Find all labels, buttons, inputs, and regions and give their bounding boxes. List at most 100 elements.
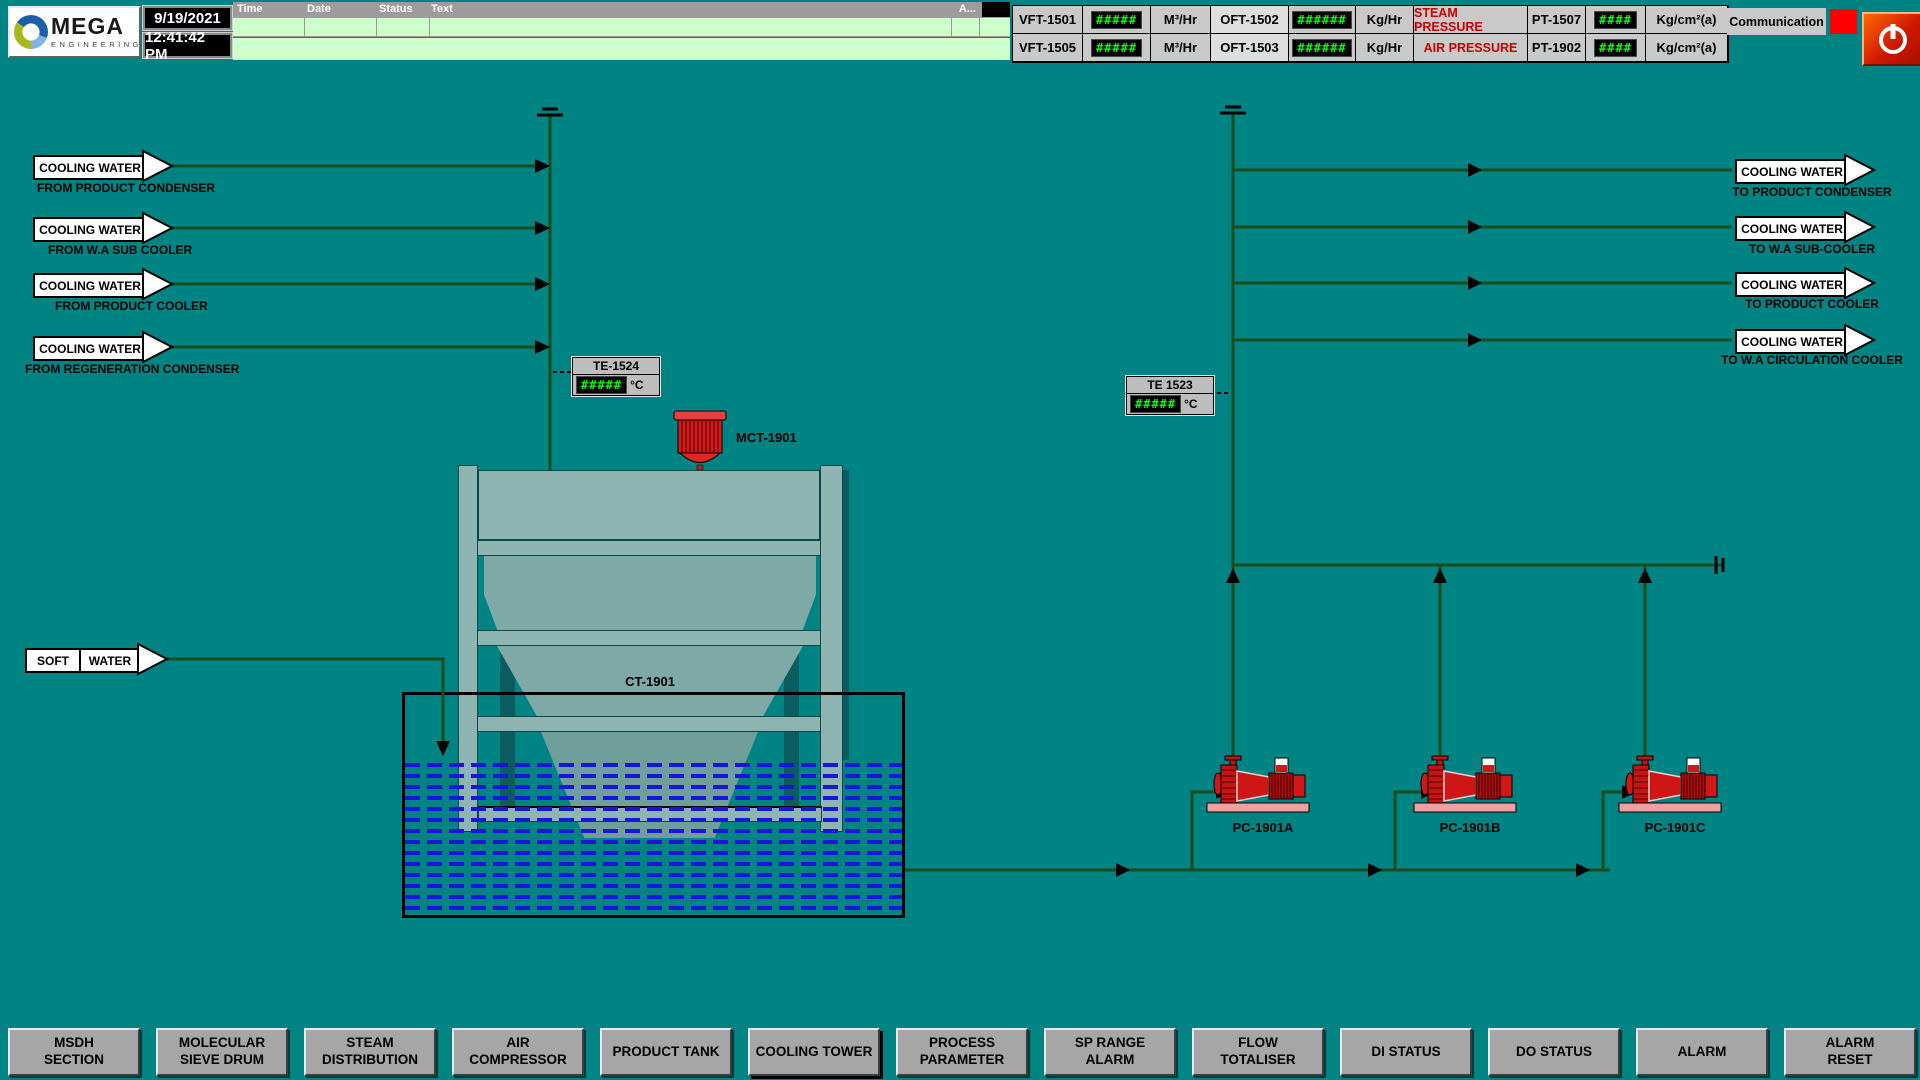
soft-water-flag: SOFT WATER bbox=[25, 648, 141, 673]
date-display: 9/19/2021 bbox=[143, 6, 232, 30]
pump-b-tag: PC-1901B bbox=[1412, 820, 1528, 835]
flow-unit-3: M³/Hr bbox=[1151, 34, 1211, 62]
alarm-col-date: Date bbox=[307, 3, 331, 15]
nav-alarm-reset[interactable]: ALARMRESET bbox=[1784, 1028, 1916, 1076]
pressure-unit-1: Kg/cm²(a) bbox=[1646, 6, 1728, 34]
temperature-indicator-te1523: TE 1523 ##### °C bbox=[1126, 376, 1214, 415]
supply-flag-2: COOLING WATER bbox=[33, 217, 147, 242]
te1524-tag: TE-1524 bbox=[573, 358, 659, 375]
alarm-banner: Time Date Status Text A... bbox=[233, 2, 1010, 60]
return-flag-1-label: COOLING WATER bbox=[1741, 165, 1843, 179]
flow-tag-oft1503: OFT-1503 bbox=[1211, 34, 1289, 62]
temperature-indicator-te1524: TE-1524 ##### °C bbox=[572, 357, 660, 396]
steam-pressure-label: STEAM PRESSURE bbox=[1414, 6, 1528, 34]
nav-air-compressor[interactable]: AIRCOMPRESSOR bbox=[452, 1028, 584, 1076]
flow-tag-vft1505: VFT-1505 bbox=[1013, 34, 1083, 62]
pump-pc1901b[interactable] bbox=[1412, 753, 1522, 815]
return-flag-1-sub: TO PRODUCT CONDENSER bbox=[1702, 185, 1920, 199]
alarm-ack-box[interactable] bbox=[982, 2, 1010, 17]
nav-flow-totaliser[interactable]: FLOWTOTALISER bbox=[1192, 1028, 1324, 1076]
pressure-tag-pt1507: PT-1507 bbox=[1528, 6, 1586, 34]
return-flag-3: COOLING WATER bbox=[1735, 272, 1849, 297]
flow-tag-oft1502: OFT-1502 bbox=[1211, 6, 1289, 34]
return-flag-1-arrow-icon bbox=[1844, 153, 1876, 187]
nav-cooling-tower[interactable]: COOLING TOWER bbox=[748, 1028, 880, 1076]
nav-steam-distribution[interactable]: STEAMDISTRIBUTION bbox=[304, 1028, 436, 1076]
return-flag-2-sub: TO W.A SUB-COOLER bbox=[1702, 242, 1920, 256]
flow-value-vft1501: ##### bbox=[1083, 6, 1151, 34]
pump-pc1901c[interactable] bbox=[1617, 753, 1727, 815]
process-data-panel: VFT-1501 ##### M³/Hr OFT-1502 ###### Kg/… bbox=[1012, 5, 1729, 63]
nav-do-status[interactable]: DO STATUS bbox=[1488, 1028, 1620, 1076]
te1524-value-display: ##### bbox=[576, 376, 627, 394]
shutdown-button[interactable] bbox=[1862, 12, 1920, 66]
hmi-screen: CT-1901 bbox=[0, 0, 1920, 1080]
alarm-col-time: Time bbox=[237, 3, 262, 15]
brand-logo: MEGA ENGINEERING bbox=[8, 6, 141, 58]
te1523-unit: °C bbox=[1184, 397, 1197, 411]
flow-value-vft1505: ##### bbox=[1083, 34, 1151, 62]
alarm-col-text: Text bbox=[431, 3, 453, 15]
supply-flag-4-sub: FROM REGENERATION CONDENSER bbox=[25, 362, 239, 376]
nav-molecular-sieve-drum[interactable]: MOLECULARSIEVE DRUM bbox=[156, 1028, 288, 1076]
alarm-row-1[interactable] bbox=[233, 18, 1010, 37]
return-flag-1: COOLING WATER bbox=[1735, 159, 1849, 184]
brand-swirl-icon bbox=[14, 15, 48, 49]
supply-flag-4-label: COOLING WATER bbox=[39, 342, 141, 356]
return-flag-4: COOLING WATER bbox=[1735, 329, 1849, 354]
supply-flag-2-arrow-icon bbox=[142, 211, 174, 245]
pump-a-tag: PC-1901A bbox=[1205, 820, 1321, 835]
brand-subtitle: ENGINEERING bbox=[51, 41, 142, 49]
supply-flag-3-sub: FROM PRODUCT COOLER bbox=[55, 299, 208, 313]
alarm-banner-header: Time Date Status Text A... bbox=[233, 2, 1010, 18]
motor-tag: MCT-1901 bbox=[736, 430, 797, 445]
supply-flag-4: COOLING WATER bbox=[33, 336, 147, 361]
soft-water-word1: SOFT bbox=[37, 654, 69, 668]
flow-value-oft1503: ###### bbox=[1289, 34, 1356, 62]
nav-alarm[interactable]: ALARM bbox=[1636, 1028, 1768, 1076]
alarm-row-2[interactable] bbox=[233, 38, 1010, 60]
supply-flag-3-label: COOLING WATER bbox=[39, 279, 141, 293]
return-flag-2: COOLING WATER bbox=[1735, 216, 1849, 241]
soft-water-word2: WATER bbox=[89, 654, 131, 668]
soft-water-arrow-icon bbox=[137, 642, 169, 676]
pressure-value-pt1902: #### bbox=[1586, 34, 1646, 62]
piping-layer bbox=[0, 0, 1920, 1080]
flow-value-oft1502: ###### bbox=[1289, 6, 1356, 34]
nav-msdh-section[interactable]: MSDHSECTION bbox=[8, 1028, 140, 1076]
return-flag-3-arrow-icon bbox=[1844, 266, 1876, 300]
flow-unit-1: M³/Hr bbox=[1151, 6, 1211, 34]
alarm-col-status: Status bbox=[379, 3, 413, 15]
nav-product-tank[interactable]: PRODUCT TANK bbox=[600, 1028, 732, 1076]
te1524-unit: °C bbox=[630, 378, 643, 392]
supply-flag-2-sub: FROM W.A SUB COOLER bbox=[48, 243, 192, 257]
brand-name: MEGA bbox=[51, 15, 142, 38]
pressure-tag-pt1902: PT-1902 bbox=[1528, 34, 1586, 62]
nav-di-status[interactable]: DI STATUS bbox=[1340, 1028, 1472, 1076]
supply-flag-1-sub: FROM PRODUCT CONDENSER bbox=[37, 181, 215, 195]
fan-motor[interactable] bbox=[670, 410, 730, 470]
return-flag-4-sub: TO W.A CIRCULATION COOLER bbox=[1702, 353, 1920, 367]
communication-status-indicator bbox=[1830, 9, 1857, 34]
alarm-col-ack: A... bbox=[959, 3, 976, 15]
pressure-unit-2: Kg/cm²(a) bbox=[1646, 34, 1728, 62]
te1523-tag: TE 1523 bbox=[1127, 377, 1213, 394]
flow-tag-vft1501: VFT-1501 bbox=[1013, 6, 1083, 34]
time-display: 12:41:42 PM bbox=[143, 33, 232, 58]
supply-flag-2-label: COOLING WATER bbox=[39, 223, 141, 237]
supply-flag-3: COOLING WATER bbox=[33, 273, 147, 298]
supply-flag-1: COOLING WATER bbox=[33, 155, 147, 180]
nav-process-parameter[interactable]: PROCESSPARAMETER bbox=[896, 1028, 1028, 1076]
nav-sp-range-alarm[interactable]: SP RANGEALARM bbox=[1044, 1028, 1176, 1076]
pump-pc1901a[interactable] bbox=[1205, 753, 1315, 815]
flow-unit-4: Kg/Hr bbox=[1356, 34, 1414, 62]
return-flag-2-label: COOLING WATER bbox=[1741, 222, 1843, 236]
flow-unit-2: Kg/Hr bbox=[1356, 6, 1414, 34]
te1523-value-display: ##### bbox=[1130, 395, 1181, 413]
communication-label: Communication bbox=[1727, 8, 1826, 35]
air-pressure-label: AIR PRESSURE bbox=[1414, 34, 1528, 62]
return-flag-3-label: COOLING WATER bbox=[1741, 278, 1843, 292]
return-flag-3-sub: TO PRODUCT COOLER bbox=[1702, 297, 1920, 311]
supply-flag-1-label: COOLING WATER bbox=[39, 161, 141, 175]
supply-flag-1-arrow-icon bbox=[142, 149, 174, 183]
